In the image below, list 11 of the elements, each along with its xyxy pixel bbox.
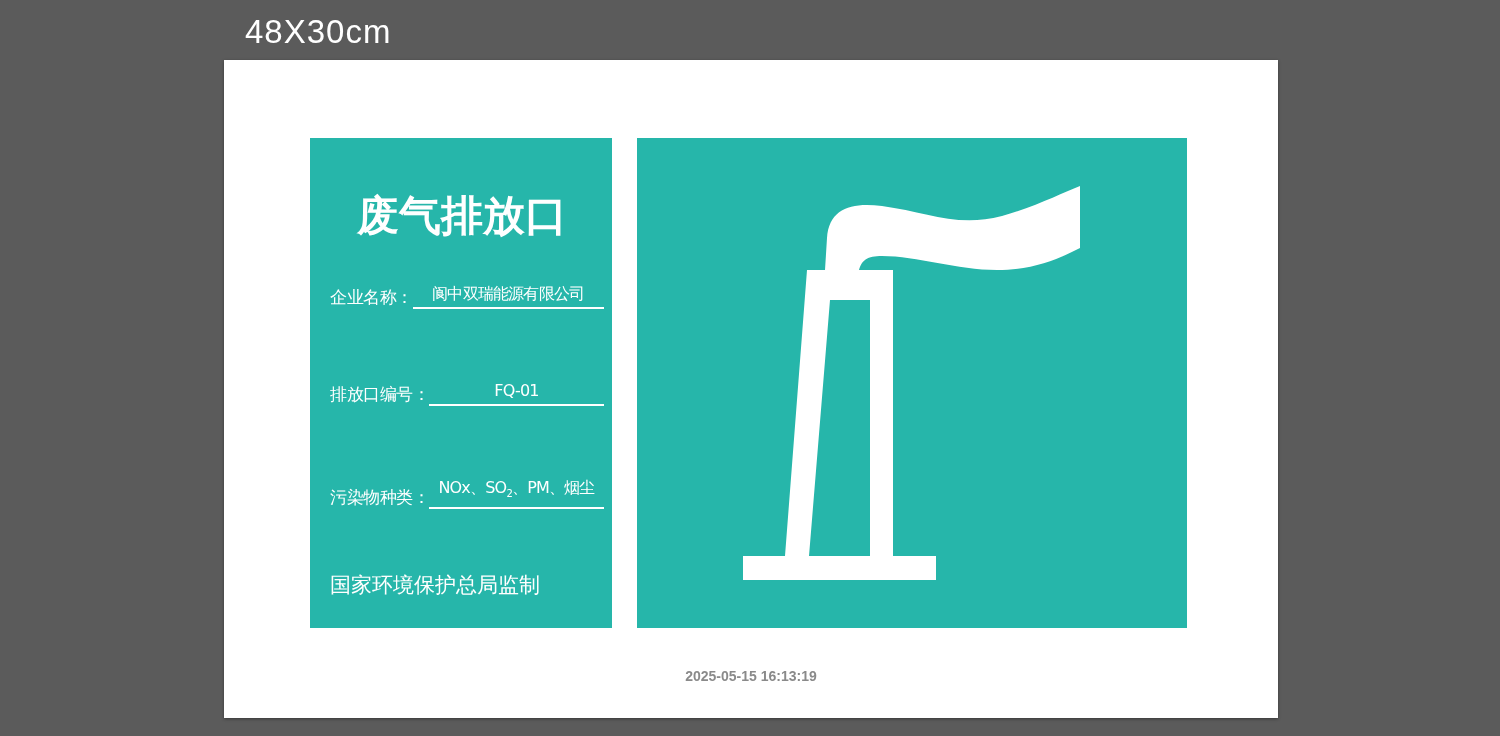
field-value: FQ-01 <box>429 379 604 406</box>
field-label: 企业名称： <box>330 286 413 309</box>
smoking-chimney-icon <box>743 186 1081 582</box>
size-label: 48X30cm <box>245 12 392 52</box>
field-label: 污染物种类： <box>330 486 429 510</box>
field-value: NOx、SO$_{2}$、PM、烟尘 <box>429 476 604 510</box>
issuer-text: 国家环境保护总局监制 <box>330 572 540 600</box>
field-label: 排放口编号： <box>330 383 429 406</box>
sign-title: 废气排放口 <box>357 190 567 242</box>
field-value: 阆中双瑞能源有限公司 <box>412 282 604 309</box>
timestamp: 2025-05-15 16:13:19 <box>685 668 817 684</box>
